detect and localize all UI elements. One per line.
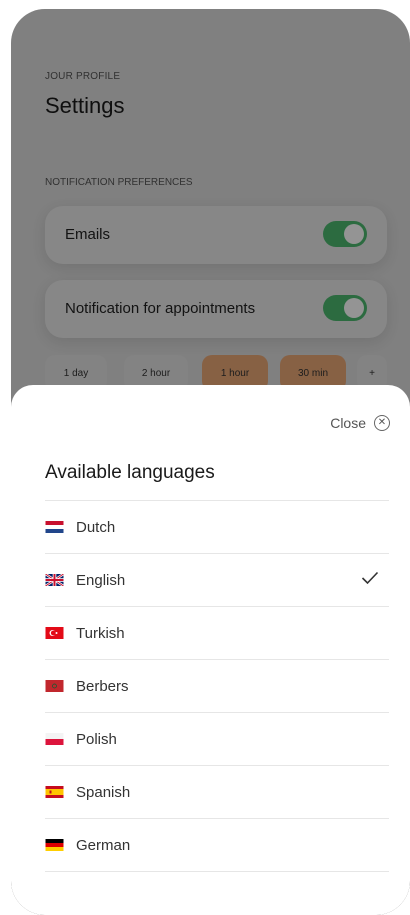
language-item-turkish[interactable]: Turkish bbox=[45, 606, 389, 659]
language-item-polish[interactable]: Polish bbox=[45, 712, 389, 765]
language-label: Turkish bbox=[76, 624, 125, 642]
language-item-spanish[interactable]: Spanish bbox=[45, 765, 389, 818]
check-icon bbox=[361, 571, 379, 585]
turkey-flag-icon bbox=[45, 627, 64, 639]
language-label: Polish bbox=[76, 730, 117, 748]
language-label: Berbers bbox=[76, 677, 129, 695]
language-item-english[interactable]: English bbox=[45, 553, 389, 606]
germany-flag-icon bbox=[45, 839, 64, 851]
morocco-flag-icon bbox=[45, 680, 64, 692]
language-list: Dutch English Turkish Berbers Polish Spa… bbox=[45, 500, 389, 872]
phone-screen: JOUR PROFILE Settings NOTIFICATION PREFE… bbox=[11, 9, 410, 915]
language-item-berbers[interactable]: Berbers bbox=[45, 659, 389, 712]
language-item-german[interactable]: German bbox=[45, 818, 389, 872]
poland-flag-icon bbox=[45, 733, 64, 745]
language-label: Spanish bbox=[76, 783, 131, 801]
spain-flag-icon bbox=[45, 786, 64, 798]
close-label: Close bbox=[330, 415, 366, 431]
netherlands-flag-icon bbox=[45, 521, 64, 533]
language-label: Dutch bbox=[76, 518, 116, 536]
language-item-dutch[interactable]: Dutch bbox=[45, 500, 389, 553]
close-button[interactable]: Close ✕ bbox=[330, 415, 390, 431]
uk-flag-icon bbox=[45, 574, 64, 586]
close-circle-icon: ✕ bbox=[374, 415, 390, 431]
language-label: English bbox=[76, 571, 126, 589]
sheet-title: Available languages bbox=[45, 462, 215, 483]
language-label: German bbox=[76, 836, 131, 854]
language-bottom-sheet: Close ✕ Available languages Dutch Englis… bbox=[11, 385, 410, 915]
